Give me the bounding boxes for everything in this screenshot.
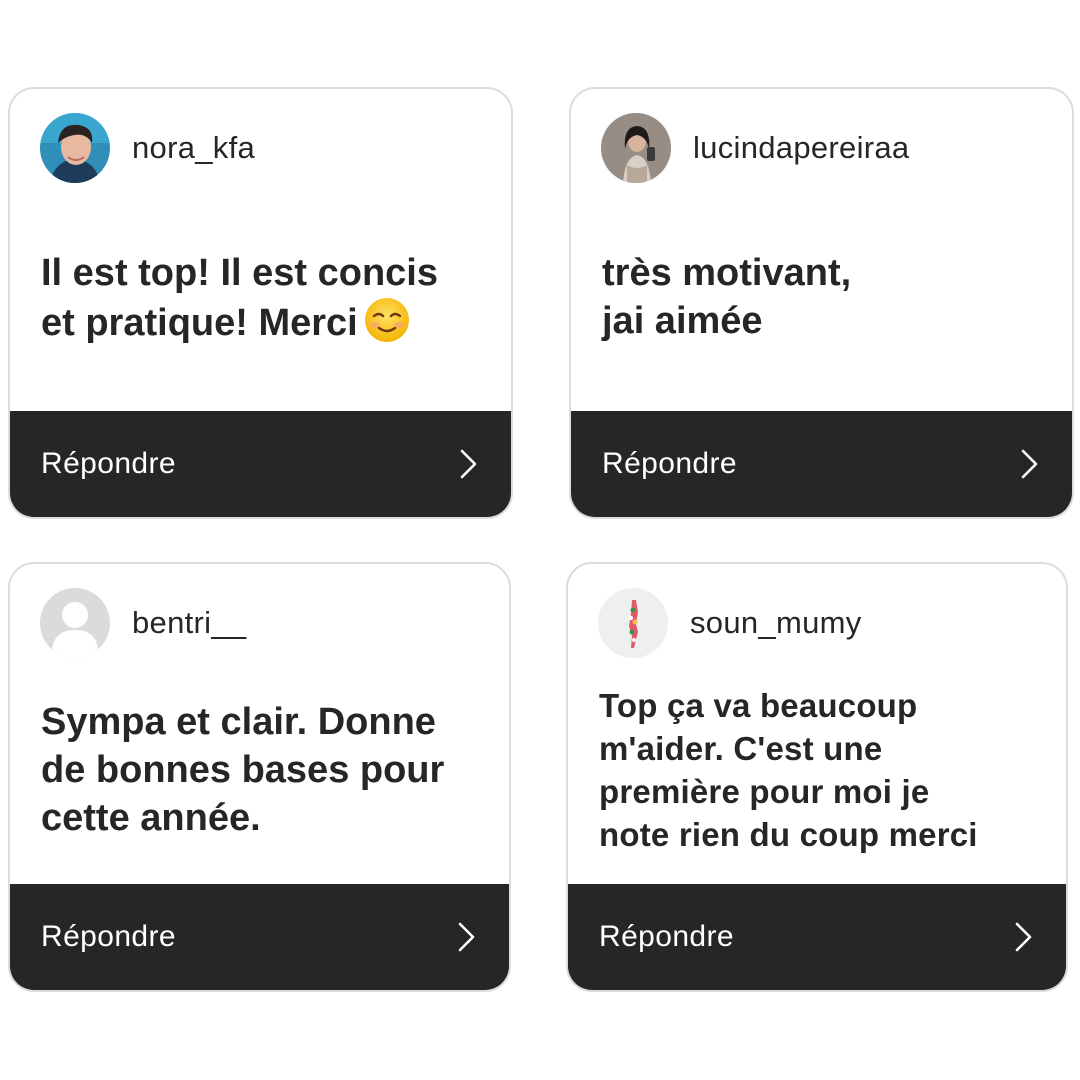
- username[interactable]: soun_mumy: [690, 605, 862, 641]
- reply-button[interactable]: Répondre: [10, 411, 511, 517]
- comment-card: soun_mumy Top ça va beaucoup m'aider. C'…: [566, 562, 1068, 992]
- card-header: lucindapereiraa: [601, 113, 909, 183]
- comment-card: bentri__ Sympa et clair. Donne de bonnes…: [8, 562, 511, 992]
- username[interactable]: bentri__: [132, 605, 246, 641]
- reply-label: Répondre: [599, 920, 734, 953]
- smiling-face-icon: [364, 298, 409, 342]
- reply-label: Répondre: [41, 920, 176, 953]
- comment-text: très motivant, jai aimée: [602, 252, 852, 342]
- comment-text: Sympa et clair. Donne de bonnes bases po…: [41, 701, 445, 839]
- avatar[interactable]: [40, 113, 110, 183]
- reply-button[interactable]: Répondre: [571, 411, 1072, 517]
- card-header: bentri__: [40, 588, 246, 658]
- reply-button[interactable]: Répondre: [568, 884, 1066, 990]
- reply-label: Répondre: [41, 447, 176, 480]
- comment-text: Il est top! Il est concis et pratique! M…: [41, 249, 487, 347]
- username[interactable]: nora_kfa: [132, 130, 255, 166]
- username[interactable]: lucindapereiraa: [693, 130, 909, 166]
- avatar[interactable]: [601, 113, 671, 183]
- chevron-right-icon: [460, 449, 477, 479]
- comment-card: nora_kfa Il est top! Il est concis et pr…: [8, 87, 513, 519]
- card-header: nora_kfa: [40, 113, 255, 183]
- comment-text: Top ça va beaucoup m'aider. C'est une pr…: [599, 687, 978, 853]
- chevron-right-icon: [458, 922, 475, 952]
- chevron-right-icon: [1021, 449, 1038, 479]
- reply-label: Répondre: [602, 447, 737, 480]
- reply-button[interactable]: Répondre: [10, 884, 509, 990]
- default-avatar-icon[interactable]: [40, 588, 110, 658]
- card-header: soun_mumy: [598, 588, 862, 658]
- chevron-right-icon: [1015, 922, 1032, 952]
- comment-card: lucindapereiraa très motivant, jai aimée…: [569, 87, 1074, 519]
- avatar[interactable]: [598, 588, 668, 658]
